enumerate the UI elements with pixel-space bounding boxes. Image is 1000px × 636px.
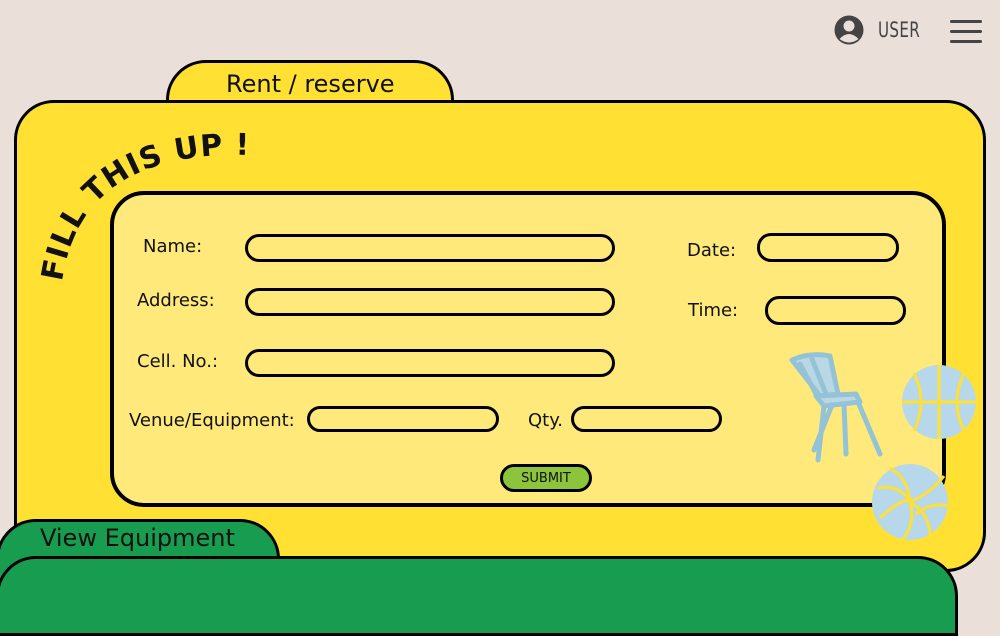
basketball-icon <box>902 365 976 439</box>
cell-input[interactable] <box>245 349 615 377</box>
volleyball-icon <box>872 464 949 541</box>
venue-equipment-input[interactable] <box>307 406 499 432</box>
tab-rent-reserve-label[interactable]: Rent / reserve <box>226 70 395 98</box>
qty-input[interactable] <box>571 406 722 432</box>
view-equipment-panel <box>0 556 958 636</box>
user-avatar-icon[interactable] <box>834 15 864 45</box>
qty-label: Qty. <box>528 410 564 431</box>
date-label: Date: <box>687 240 737 261</box>
submit-button[interactable]: SUBMIT <box>500 464 592 492</box>
hamburger-menu-icon[interactable] <box>950 19 984 45</box>
user-label[interactable]: USER <box>878 18 920 42</box>
tab-view-equipment-label[interactable]: View Equipment <box>40 524 235 552</box>
name-input[interactable] <box>245 234 615 262</box>
venue-equipment-label: Venue/Equipment: <box>129 410 295 431</box>
time-input[interactable] <box>765 296 906 325</box>
time-label: Time: <box>688 300 739 321</box>
address-label: Address: <box>137 290 215 311</box>
chair-icon <box>789 352 883 463</box>
cell-label: Cell. No.: <box>137 351 219 372</box>
name-label: Name: <box>143 236 203 257</box>
date-input[interactable] <box>757 233 899 262</box>
address-input[interactable] <box>245 288 615 316</box>
